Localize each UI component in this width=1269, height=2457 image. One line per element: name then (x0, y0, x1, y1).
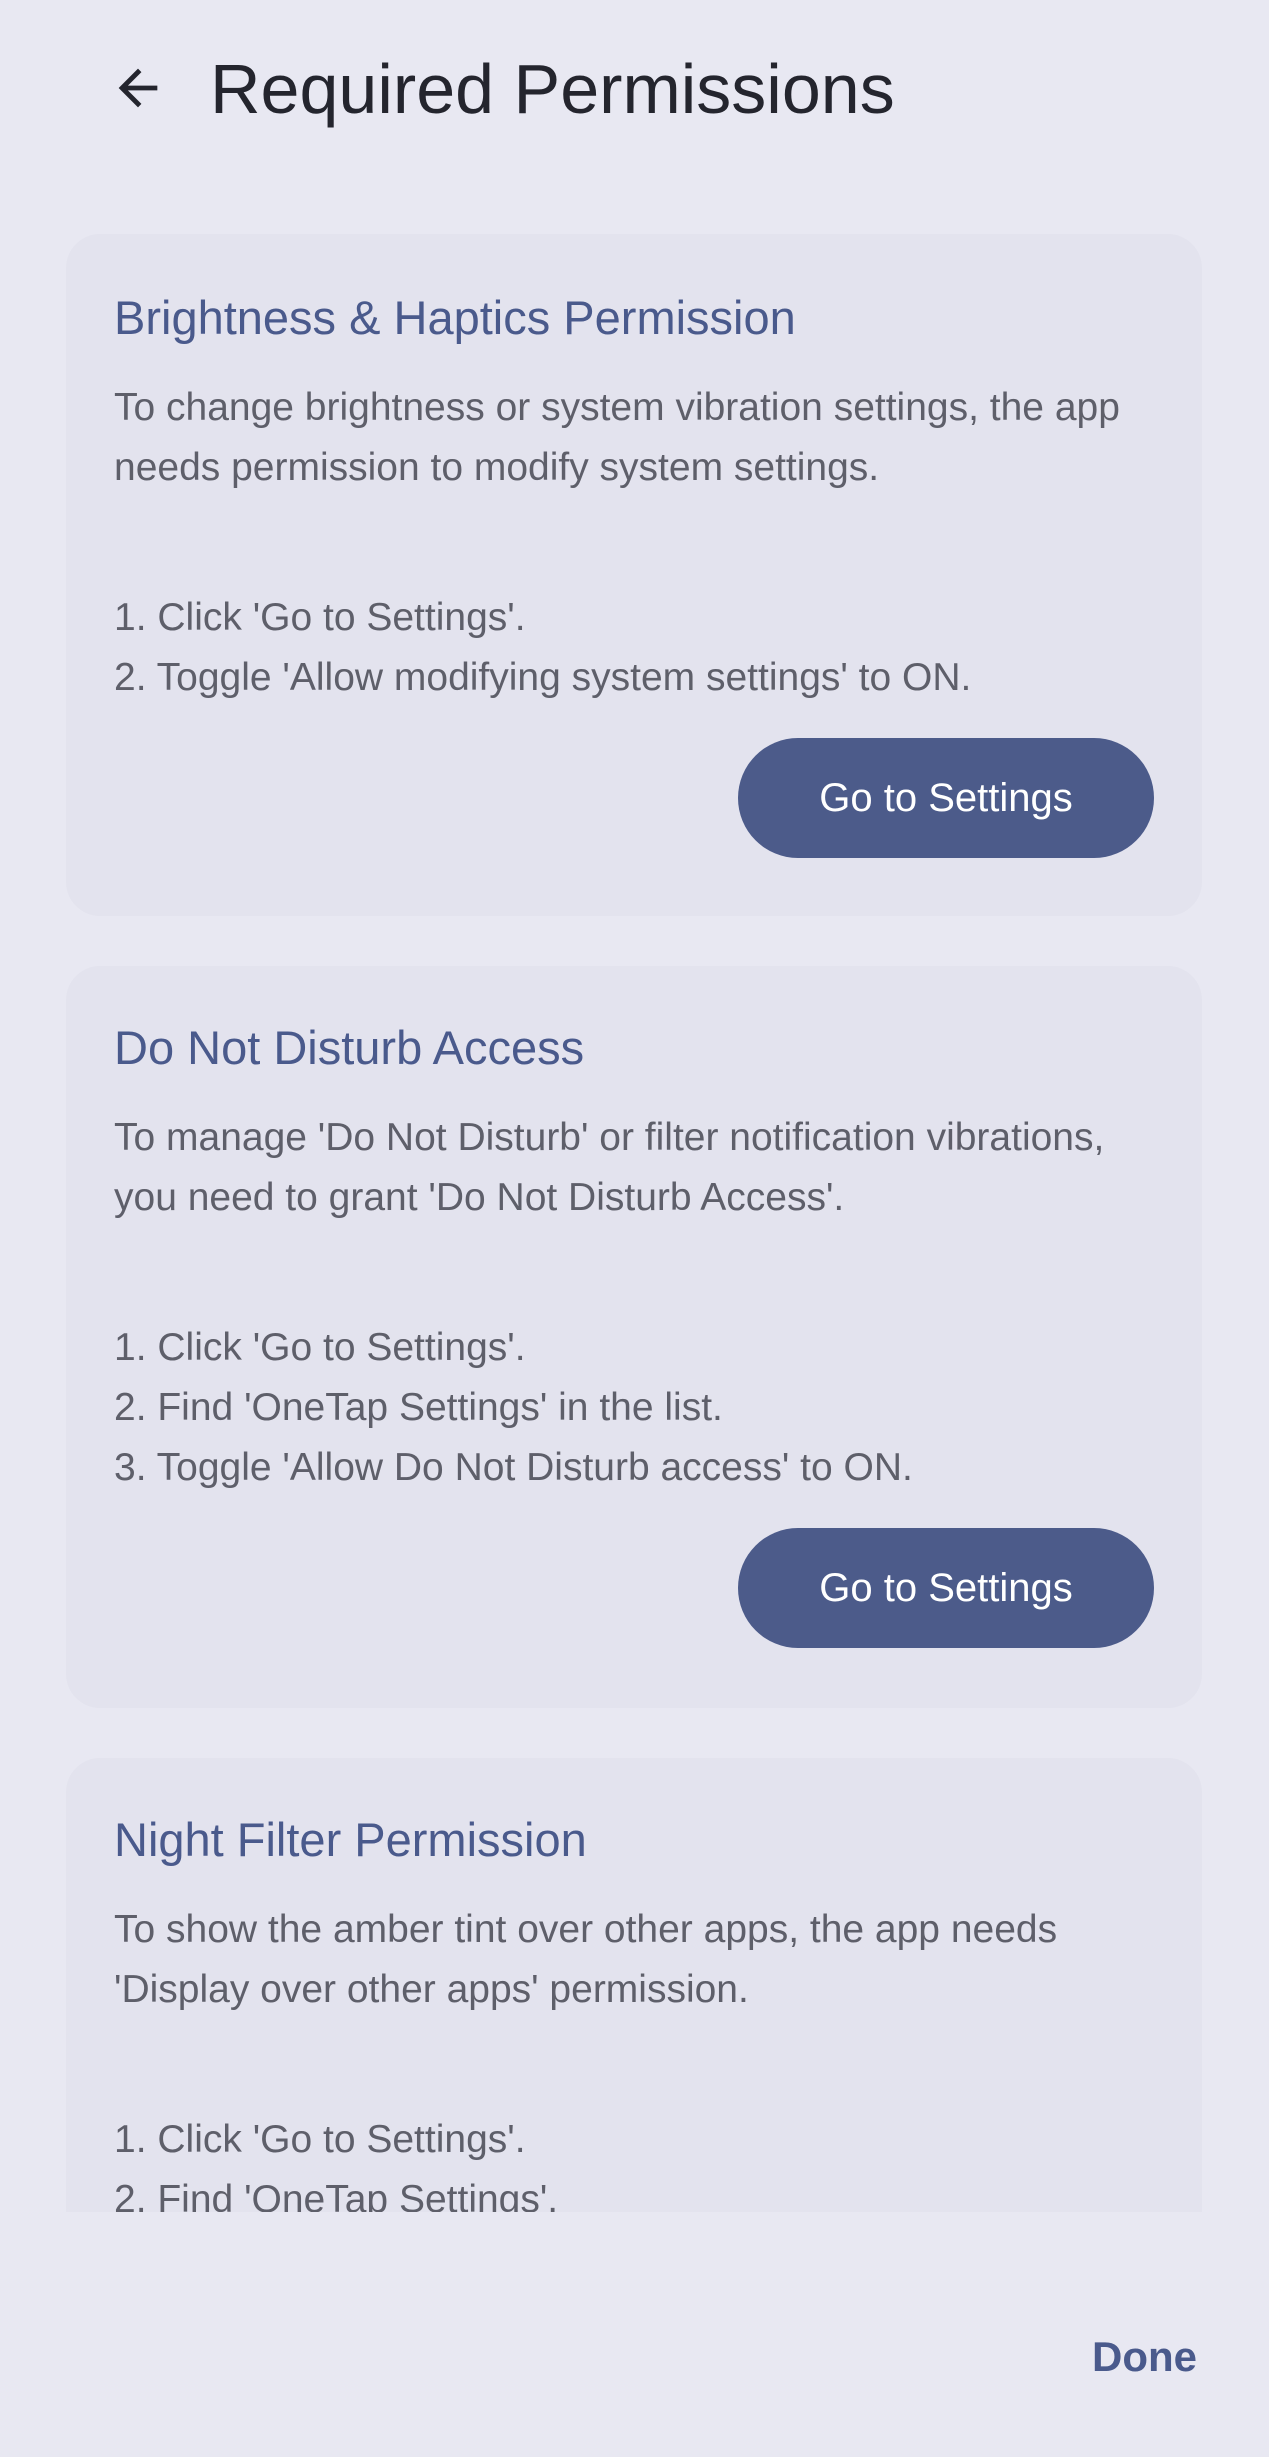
card-description: To manage 'Do Not Disturb' or filter not… (114, 1116, 1105, 1219)
back-button[interactable] (100, 50, 176, 126)
step-item: 3. Toggle 'Allow Do Not Disturb access' … (114, 1446, 913, 1489)
card-title: Brightness & Haptics Permission (114, 291, 796, 344)
step-item: 1. Click 'Go to Settings'. (114, 1326, 526, 1369)
step-item: 2. Find 'OneTap Settings' in the list. (114, 1386, 723, 1429)
night-filter-card: Night Filter Permission To show the ambe… (66, 1758, 1202, 2212)
card-title: Do Not Disturb Access (114, 1021, 585, 1074)
go-to-settings-button[interactable]: Go to Settings (738, 1528, 1154, 1648)
card-description: To change brightness or system vibration… (114, 386, 1120, 489)
step-item: 2. Find 'OneTap Settings'. (114, 2178, 559, 2212)
arrow-back-icon (118, 68, 158, 108)
step-item: 1. Click 'Go to Settings'. (114, 2118, 526, 2161)
step-item: 1. Click 'Go to Settings'. (114, 596, 526, 639)
permissions-list[interactable]: Brightness & Haptics Permission To chang… (0, 200, 1269, 2212)
card-description: To show the amber tint over other apps, … (114, 1908, 1058, 2011)
app-bar: Required Permissions (0, 0, 1269, 180)
brightness-haptics-card: Brightness & Haptics Permission To chang… (66, 234, 1202, 916)
card-title: Night Filter Permission (114, 1813, 587, 1866)
steps-list: 1. Click 'Go to Settings'. 2. Toggle 'Al… (114, 588, 971, 708)
step-item: 2. Toggle 'Allow modifying system settin… (114, 656, 972, 699)
page-title: Required Permissions (210, 50, 895, 128)
steps-list: 1. Click 'Go to Settings'. 2. Find 'OneT… (114, 1318, 913, 1498)
steps-list: 1. Click 'Go to Settings'. 2. Find 'OneT… (114, 2110, 558, 2212)
do-not-disturb-card: Do Not Disturb Access To manage 'Do Not … (66, 966, 1202, 1708)
done-button[interactable]: Done (1037, 2322, 1197, 2392)
go-to-settings-button[interactable]: Go to Settings (738, 738, 1154, 858)
